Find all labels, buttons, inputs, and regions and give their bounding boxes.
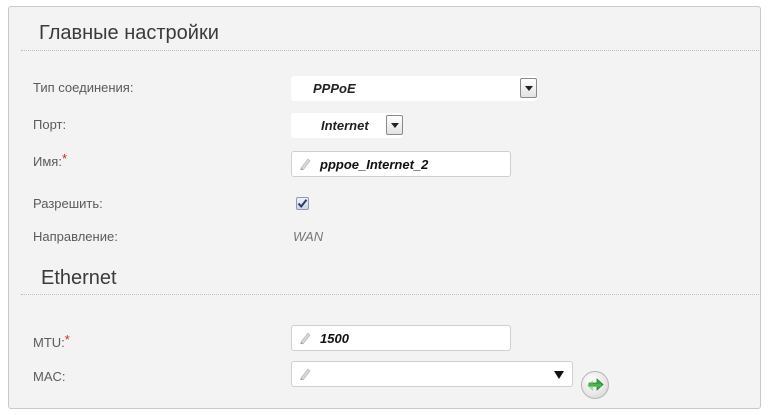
mtu-label: MTU:* bbox=[33, 332, 70, 350]
mac-label: MAC: bbox=[33, 369, 66, 384]
connection-type-select[interactable]: PPPoE bbox=[291, 76, 537, 101]
connection-type-value: PPPoE bbox=[313, 81, 356, 96]
enable-label: Разрешить: bbox=[33, 196, 103, 211]
refresh-button[interactable] bbox=[581, 371, 609, 399]
name-label: Имя:* bbox=[33, 151, 67, 169]
chevron-down-icon[interactable] bbox=[554, 371, 564, 379]
pencil-icon bbox=[300, 158, 311, 171]
divider bbox=[21, 50, 761, 51]
check-icon bbox=[297, 199, 308, 209]
required-mark: * bbox=[61, 151, 67, 166]
pencil-icon bbox=[300, 332, 311, 345]
mtu-label-text: MTU: bbox=[33, 335, 65, 350]
settings-panel: Главные настройки Тип соединения: PPPoE … bbox=[8, 6, 761, 409]
name-label-text: Имя: bbox=[33, 154, 62, 169]
mtu-input[interactable]: 1500 bbox=[291, 325, 511, 351]
mac-combobox[interactable] bbox=[291, 361, 573, 387]
refresh-icon bbox=[587, 378, 604, 391]
connection-type-label: Тип соединения: bbox=[33, 80, 134, 95]
port-value: Internet bbox=[321, 118, 369, 133]
mtu-value: 1500 bbox=[320, 331, 349, 346]
ethernet-title: Ethernet bbox=[41, 267, 117, 289]
main-settings-title: Главные настройки bbox=[39, 22, 219, 44]
name-input[interactable]: pppoe_Internet_2 bbox=[291, 151, 511, 177]
chevron-down-icon[interactable] bbox=[520, 78, 537, 98]
port-select[interactable]: Internet bbox=[291, 113, 403, 138]
chevron-down-icon[interactable] bbox=[386, 115, 403, 135]
port-label: Порт: bbox=[33, 117, 67, 132]
enable-checkbox[interactable] bbox=[296, 197, 309, 210]
name-value: pppoe_Internet_2 bbox=[320, 157, 429, 172]
direction-label: Направление: bbox=[33, 229, 118, 244]
required-mark: * bbox=[64, 332, 70, 347]
direction-value: WAN bbox=[293, 229, 324, 244]
divider bbox=[21, 294, 761, 295]
pencil-icon bbox=[300, 368, 311, 381]
